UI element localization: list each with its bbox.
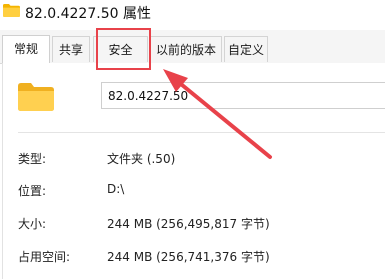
folder-name-field[interactable] [101, 82, 385, 109]
tab-sharing[interactable]: 共享 [52, 36, 90, 62]
size-label: 大小: [18, 217, 47, 231]
tab-customize[interactable]: 自定义 [224, 36, 268, 62]
title-bar: 82.0.4227.50 属性 [0, 0, 385, 26]
tab-previous-versions[interactable]: 以前的版本 [150, 36, 222, 62]
folder-icon [3, 4, 20, 17]
folder-icon [18, 83, 54, 111]
type-label: 类型: [18, 152, 47, 166]
divider [18, 132, 385, 133]
size-on-disk-value: 244 MB (256,741,376 字节) [107, 250, 270, 264]
type-value: 文件夹 (.50) [107, 152, 176, 166]
location-label: 位置: [18, 184, 47, 198]
tab-general[interactable]: 常规 [2, 35, 50, 63]
size-value: 244 MB (256,495,817 字节) [107, 217, 270, 231]
window-title: 82.0.4227.50 属性 [25, 6, 151, 22]
size-on-disk-label: 占用空间: [18, 250, 71, 264]
annotation-highlight-box [96, 28, 151, 70]
location-value: D:\ [107, 182, 125, 196]
tab-strip: 常规 共享 安全 以前的版本 自定义 [0, 30, 385, 64]
